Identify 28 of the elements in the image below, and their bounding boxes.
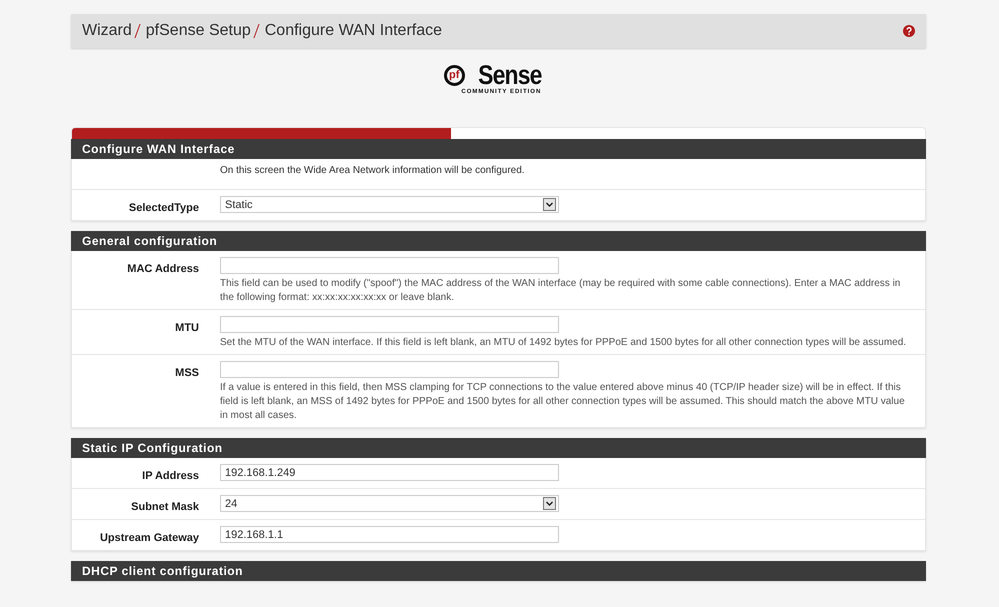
section-header: Configure WAN Interface xyxy=(71,139,926,159)
field-label: Subnet Mask xyxy=(131,501,199,513)
input-field[interactable]: 192.168.1.1 xyxy=(220,526,559,543)
caret-icon xyxy=(543,198,556,211)
help-text: If a value is entered in this field, then MSS clamping for TCP connections to the value entered above minus 40 (TCP/IP header size) will be in effect. If this field is left blank, an MSS of 1492 bytes for PPPoE and 1500 bytes for all other connection types will be assumed. This should match the above MTU value in most all cases. xyxy=(220,381,906,423)
field-label: IP Address xyxy=(142,470,199,482)
section-header: Static IP Configuration xyxy=(71,438,926,458)
input-field[interactable]: 192.168.1.249 xyxy=(220,464,559,481)
input-field[interactable] xyxy=(220,257,559,274)
section-header: General configuration xyxy=(71,231,926,251)
help-text: On this screen the Wide Area Network information will be configured. xyxy=(220,164,526,178)
field-label: MTU xyxy=(175,322,199,334)
help-text: Set the MTU of the WAN interface. If this field is left blank, an MTU of 1492 bytes for PPPoE and 1500 bytes for all other connection types will be assumed. xyxy=(220,336,908,350)
field-label: MAC Address xyxy=(127,263,199,275)
help-text: This field can be used to modify ("spoof") the MAC address of the WAN interface (may be required with some cable connections). Enter a MAC address in the following format: xx:xx:xx:xx:xx:xx or leave blank. xyxy=(220,277,902,305)
field-label: SelectedType xyxy=(128,202,199,214)
breadcrumb-item[interactable]: pfSense Setup xyxy=(146,22,251,40)
select-field[interactable]: 24 xyxy=(220,495,559,512)
help-icon[interactable] xyxy=(903,25,915,37)
field-label: MSS xyxy=(175,367,199,379)
field-label: Upstream Gateway xyxy=(100,532,199,544)
section-header: DHCP client configuration xyxy=(71,561,926,581)
input-field[interactable] xyxy=(220,361,559,378)
breadcrumb-item[interactable]: Wizard xyxy=(82,22,132,40)
select-field[interactable]: Static xyxy=(220,196,559,213)
caret-icon xyxy=(543,497,556,510)
input-field[interactable] xyxy=(220,316,559,333)
breadcrumb-item: Configure WAN Interface xyxy=(264,22,442,40)
